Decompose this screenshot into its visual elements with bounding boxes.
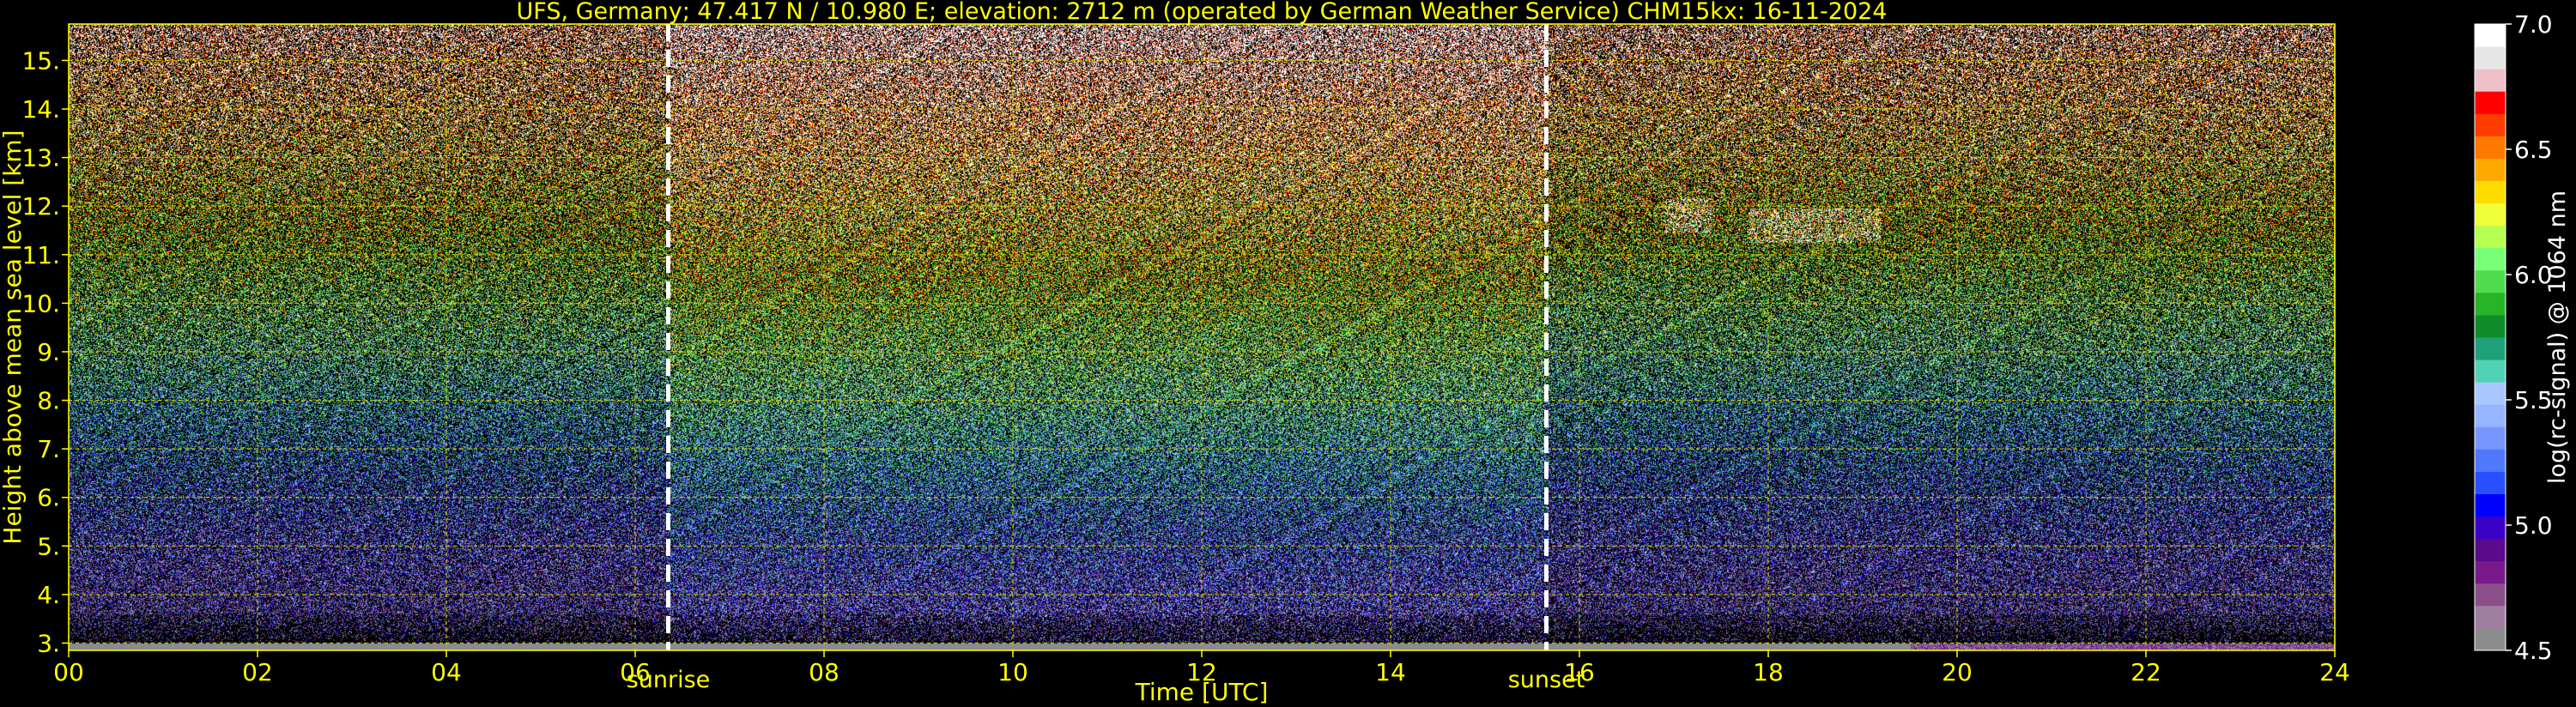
backscatter-heatmap	[69, 24, 2335, 650]
colorbar-segment	[2475, 627, 2506, 651]
y-tick-label: 12.	[21, 192, 60, 221]
colorbar-segment	[2475, 404, 2506, 427]
x-tick-label: 10	[997, 658, 1028, 686]
colorbar-segment	[2475, 113, 2506, 136]
colorbar-segment	[2475, 225, 2506, 249]
colorbar-segment	[2475, 382, 2506, 405]
colorbar-segment	[2475, 180, 2506, 204]
y-tick-label: 5.	[37, 532, 60, 560]
x-tick-label: 08	[809, 658, 839, 686]
x-axis-label: Time [UTC]	[1135, 678, 1269, 706]
x-tick-label: 18	[1753, 658, 1784, 686]
x-tick-label: 22	[2131, 658, 2161, 686]
colorbar-tick-label: 4.5	[2514, 637, 2553, 665]
x-tick-label: 00	[53, 658, 84, 686]
colorbar-segment	[2475, 426, 2506, 450]
x-tick-label: 14	[1375, 658, 1406, 686]
colorbar-segment	[2475, 493, 2506, 517]
colorbar-segment	[2475, 91, 2506, 114]
y-tick-label: 11.	[21, 241, 60, 269]
colorbar-segment	[2475, 337, 2506, 360]
colorbar-segment	[2475, 449, 2506, 472]
colorbar-segment	[2475, 314, 2506, 338]
colorbar-segment	[2475, 158, 2506, 181]
colorbar-segment	[2475, 247, 2506, 271]
y-tick-label: 8.	[37, 387, 60, 415]
colorbar-segment	[2475, 360, 2506, 383]
colorbar-segment	[2475, 538, 2506, 562]
lidar-chart: sunrise sunset 00 02 04 06 08 10 12 14 16 18 20 22 24…	[0, 0, 2576, 707]
y-tick-label: 10.	[21, 289, 60, 317]
colorbar-segment	[2475, 269, 2506, 293]
x-tick-label: 16	[1564, 658, 1595, 686]
x-tick-label: 20	[1942, 658, 1973, 686]
colorbar-label: log(rc-signal) @ 1064 nm	[2544, 190, 2571, 484]
colorbar-segment	[2475, 292, 2506, 316]
y-tick-label: 7.	[37, 435, 60, 463]
x-tick-label: 02	[242, 658, 273, 686]
colorbar-segment	[2475, 516, 2506, 540]
y-tick-label: 4.	[37, 581, 60, 609]
colorbar-segment	[2475, 24, 2506, 47]
plot-area	[69, 24, 2335, 650]
y-tick-label: 15.	[21, 46, 60, 75]
chart-title: UFS, Germany; 47.417 N / 10.980 E; eleva…	[517, 0, 1888, 25]
colorbar-tick-label: 6.5	[2514, 136, 2553, 164]
colorbar-segment	[2475, 136, 2506, 159]
colorbar-segment	[2475, 202, 2506, 227]
colorbar	[2475, 24, 2506, 651]
y-tick-label: 13.	[21, 144, 60, 172]
x-tick-label: 06	[620, 658, 651, 686]
y-tick-label: 9.	[37, 338, 60, 366]
y-tick-label: 14.	[21, 95, 60, 124]
x-tick-label: 24	[2319, 658, 2350, 686]
colorbar-segment	[2475, 471, 2506, 494]
colorbar-segment	[2475, 46, 2506, 69]
y-tick-label: 3.	[37, 630, 60, 658]
y-tick-label: 6.	[37, 484, 60, 512]
y-axis-label: Height above mean sea level [km]	[0, 130, 27, 544]
colorbar-segment	[2475, 560, 2506, 584]
colorbar-tick-label: 7.0	[2514, 10, 2553, 39]
colorbar-segment	[2475, 583, 2506, 607]
x-tick-label: 04	[431, 658, 462, 686]
colorbar-segment	[2475, 69, 2506, 92]
colorbar-segment	[2475, 605, 2506, 629]
colorbar-tick-label: 5.0	[2514, 511, 2553, 540]
